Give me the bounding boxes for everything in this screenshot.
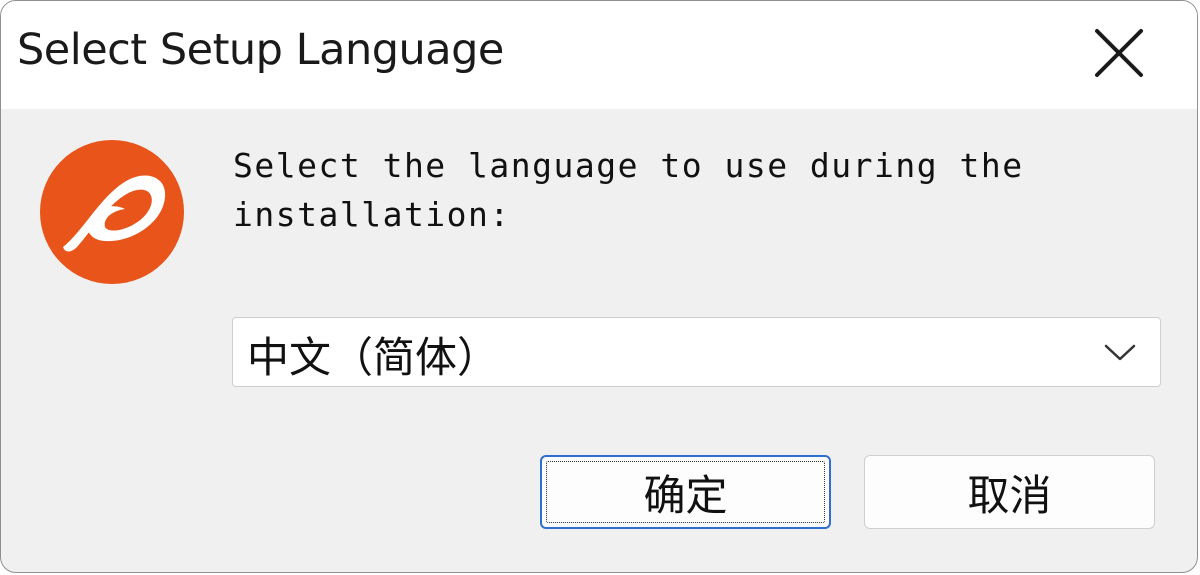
- close-icon: [1095, 29, 1143, 77]
- close-button[interactable]: [1083, 17, 1155, 89]
- window-title: Select Setup Language: [17, 25, 504, 75]
- title-bar: Select Setup Language: [1, 1, 1197, 109]
- language-dropdown[interactable]: 中文（简体）: [232, 317, 1161, 387]
- focus-ring: [546, 461, 825, 523]
- language-selected-value: 中文（简体）: [247, 333, 500, 382]
- instruction-text: Select the language to use during the in…: [233, 146, 1024, 234]
- cancel-button-label: 取消: [967, 470, 1052, 520]
- app-logo-icon: [40, 140, 184, 284]
- app-logo: [39, 139, 185, 285]
- setup-language-dialog: Select Setup Language Select the languag…: [0, 0, 1198, 573]
- cancel-button[interactable]: 取消: [864, 455, 1155, 529]
- ok-button[interactable]: 确定: [540, 455, 831, 529]
- chevron-down-icon: [1102, 338, 1138, 366]
